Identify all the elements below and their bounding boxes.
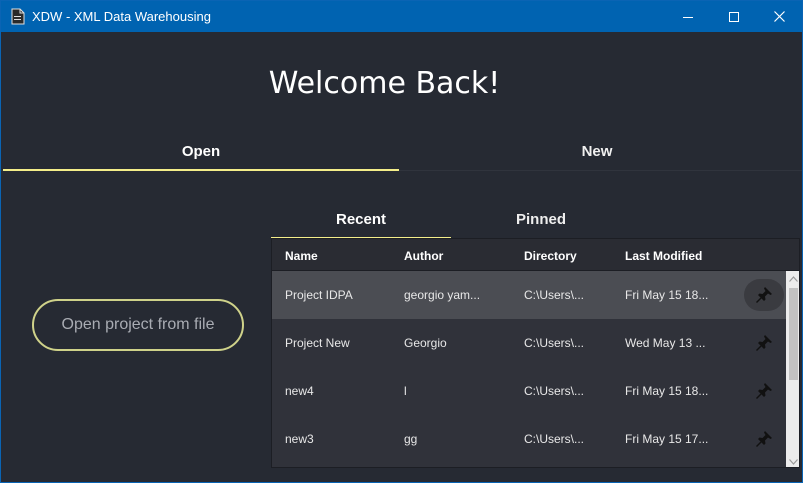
table-row[interactable]: new4 l C:\Users\... Fri May 15 18... xyxy=(272,367,786,415)
scroll-up-arrow-icon[interactable] xyxy=(786,271,799,286)
welcome-heading: Welcome Back! xyxy=(268,66,501,101)
app-window: XDW - XML Data Warehousing Welcome Back!… xyxy=(0,0,803,483)
main-tab-bar: Open New xyxy=(1,133,802,171)
window-title: XDW - XML Data Warehousing xyxy=(32,9,211,24)
cell-directory: C:\Users\... xyxy=(524,432,585,446)
document-icon xyxy=(11,8,25,25)
cell-last-modified: Wed May 13 ... xyxy=(625,336,706,350)
cell-author: georgio yam... xyxy=(404,288,481,302)
cell-last-modified: Fri May 15 17... xyxy=(625,432,709,446)
minimize-button[interactable] xyxy=(665,1,711,32)
maximize-icon xyxy=(729,11,739,22)
pushpin-icon xyxy=(756,431,772,447)
pushpin-icon xyxy=(756,335,772,351)
vertical-scrollbar[interactable] xyxy=(786,271,799,467)
cell-last-modified: Fri May 15 18... xyxy=(625,288,709,302)
maximize-button[interactable] xyxy=(711,1,757,32)
cell-directory: C:\Users\... xyxy=(524,384,585,398)
column-header-name[interactable]: Name xyxy=(285,249,318,263)
column-header-last-modified[interactable]: Last Modified xyxy=(625,249,702,263)
column-header-author[interactable]: Author xyxy=(404,249,443,263)
pin-button[interactable] xyxy=(744,375,784,407)
table-row[interactable]: Project IDPA georgio yam... C:\Users\...… xyxy=(272,271,786,319)
cell-directory: C:\Users\... xyxy=(524,288,585,302)
tab-recent[interactable]: Recent xyxy=(271,203,451,239)
pushpin-icon xyxy=(756,383,772,399)
cell-directory: C:\Users\... xyxy=(524,336,585,350)
scrollbar-thumb[interactable] xyxy=(789,288,798,380)
tab-pinned[interactable]: Pinned xyxy=(451,203,631,239)
open-project-from-file-button[interactable]: Open project from file xyxy=(32,299,244,351)
tab-new[interactable]: New xyxy=(399,133,795,171)
close-icon xyxy=(773,11,785,22)
cell-name: Project New xyxy=(285,336,350,350)
scroll-down-arrow-icon[interactable] xyxy=(786,454,799,467)
tab-open[interactable]: Open xyxy=(3,133,399,171)
cell-name: new3 xyxy=(285,432,314,446)
pin-button[interactable] xyxy=(744,423,784,455)
cell-name: Project IDPA xyxy=(285,288,353,302)
table-header: Name Author Directory Last Modified xyxy=(272,239,799,271)
pin-button[interactable] xyxy=(744,279,784,311)
cell-author: Georgio xyxy=(404,336,447,350)
close-button[interactable] xyxy=(756,1,802,32)
column-header-directory[interactable]: Directory xyxy=(524,249,577,263)
cell-author: gg xyxy=(404,432,418,446)
title-bar[interactable]: XDW - XML Data Warehousing xyxy=(1,1,802,32)
cell-last-modified: Fri May 15 18... xyxy=(625,384,709,398)
projects-table: Name Author Directory Last Modified Proj… xyxy=(271,238,800,468)
minimize-icon xyxy=(683,16,693,18)
cell-author: l xyxy=(404,384,407,398)
table-row[interactable]: new3 gg C:\Users\... Fri May 15 17... xyxy=(272,415,786,463)
table-row[interactable]: Project New Georgio C:\Users\... Wed May… xyxy=(272,319,786,367)
cell-name: new4 xyxy=(285,384,314,398)
pin-button[interactable] xyxy=(744,327,784,359)
pushpin-icon xyxy=(756,287,772,303)
